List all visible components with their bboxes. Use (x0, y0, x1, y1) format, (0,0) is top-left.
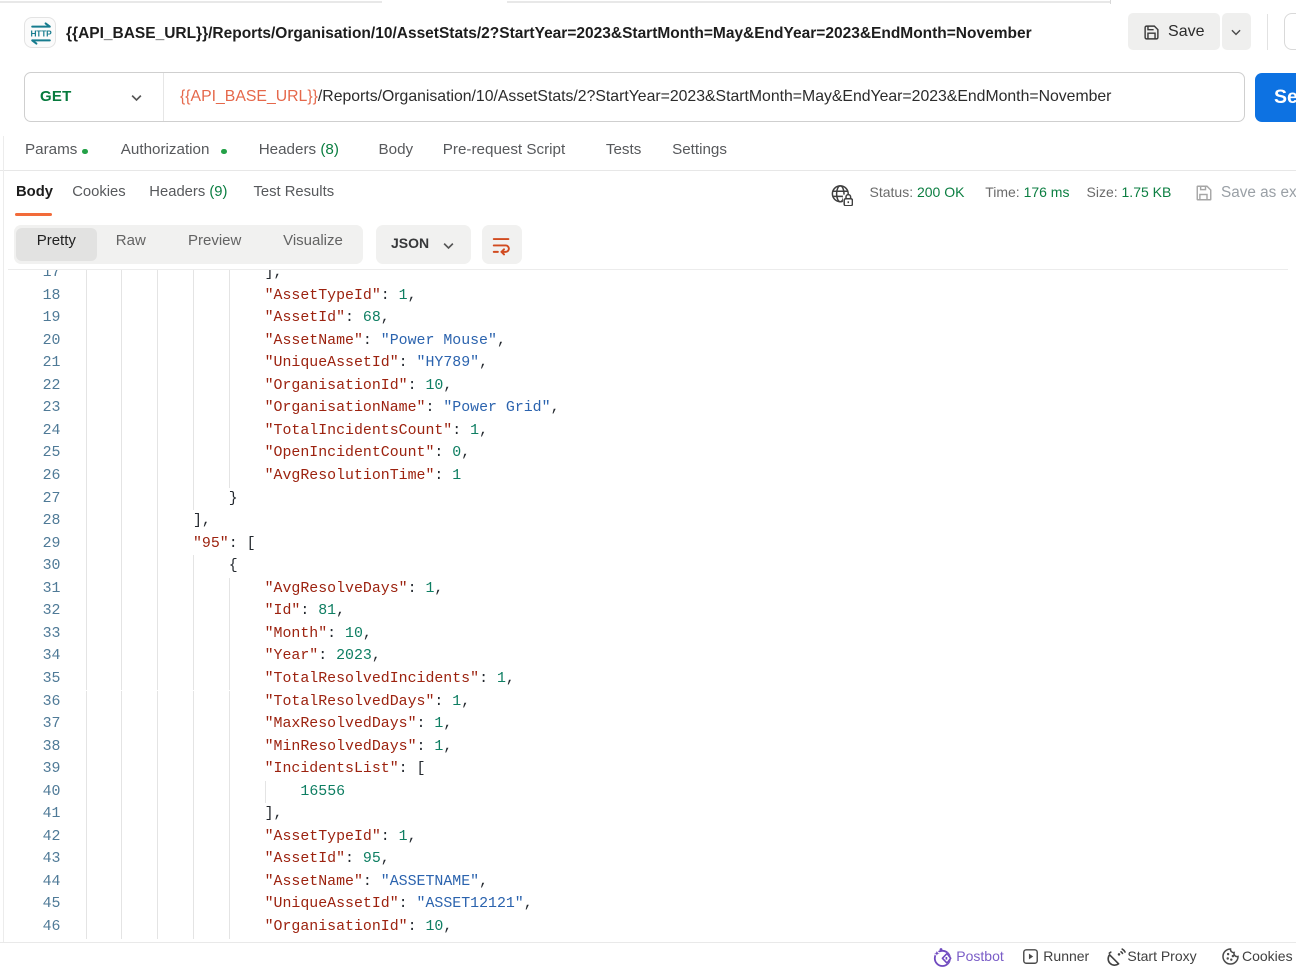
svg-text:HTTP: HTTP (30, 29, 52, 39)
